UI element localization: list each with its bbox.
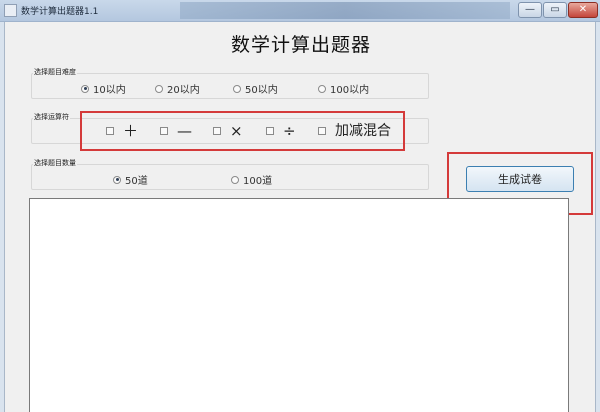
radio-dot [155, 84, 163, 93]
radio-dot [233, 84, 241, 93]
close-button[interactable]: ✕ [568, 2, 598, 18]
count-group [31, 164, 429, 190]
output-text-area[interactable] [29, 198, 569, 412]
count-radio-100[interactable]: 100道 [231, 172, 272, 187]
page-title: 数学计算出题器 [230, 34, 371, 56]
maximize-button[interactable]: ▭ [543, 2, 567, 18]
operators-group-label: 选择运算符 [33, 112, 70, 122]
count-option-label: 50道 [125, 176, 148, 187]
count-group-label: 选择题目数量 [33, 158, 77, 168]
window-client-area: 数学计算出题器 选择题目难度 10以内 20以内 50以内 100以内 选择运算… [4, 22, 596, 412]
count-option-label: 100道 [243, 176, 273, 187]
difficulty-option-label: 10以内 [93, 85, 126, 96]
difficulty-option-label: 100以内 [330, 85, 370, 96]
difficulty-radio-10[interactable]: 10以内 [81, 81, 126, 96]
difficulty-option-label: 20以内 [167, 85, 200, 96]
difficulty-radio-50[interactable]: 50以内 [233, 81, 278, 96]
radio-dot [113, 175, 121, 184]
difficulty-group-label: 选择题目难度 [33, 67, 77, 77]
radio-dot [318, 84, 326, 93]
difficulty-radio-20[interactable]: 20以内 [155, 81, 200, 96]
count-radio-50[interactable]: 50道 [113, 172, 148, 187]
minimize-button[interactable]: — [518, 2, 542, 18]
app-icon [4, 4, 17, 17]
radio-dot [81, 84, 89, 93]
radio-dot [231, 175, 239, 184]
window-title: 数学计算出题器1.1 [21, 7, 99, 17]
background-window-strip [180, 2, 510, 19]
difficulty-option-label: 50以内 [245, 85, 278, 96]
difficulty-radio-100[interactable]: 100以内 [318, 81, 369, 96]
title-bar: 数学计算出题器1.1 — ▭ ✕ [0, 0, 600, 22]
operators-highlight-box [80, 111, 405, 151]
